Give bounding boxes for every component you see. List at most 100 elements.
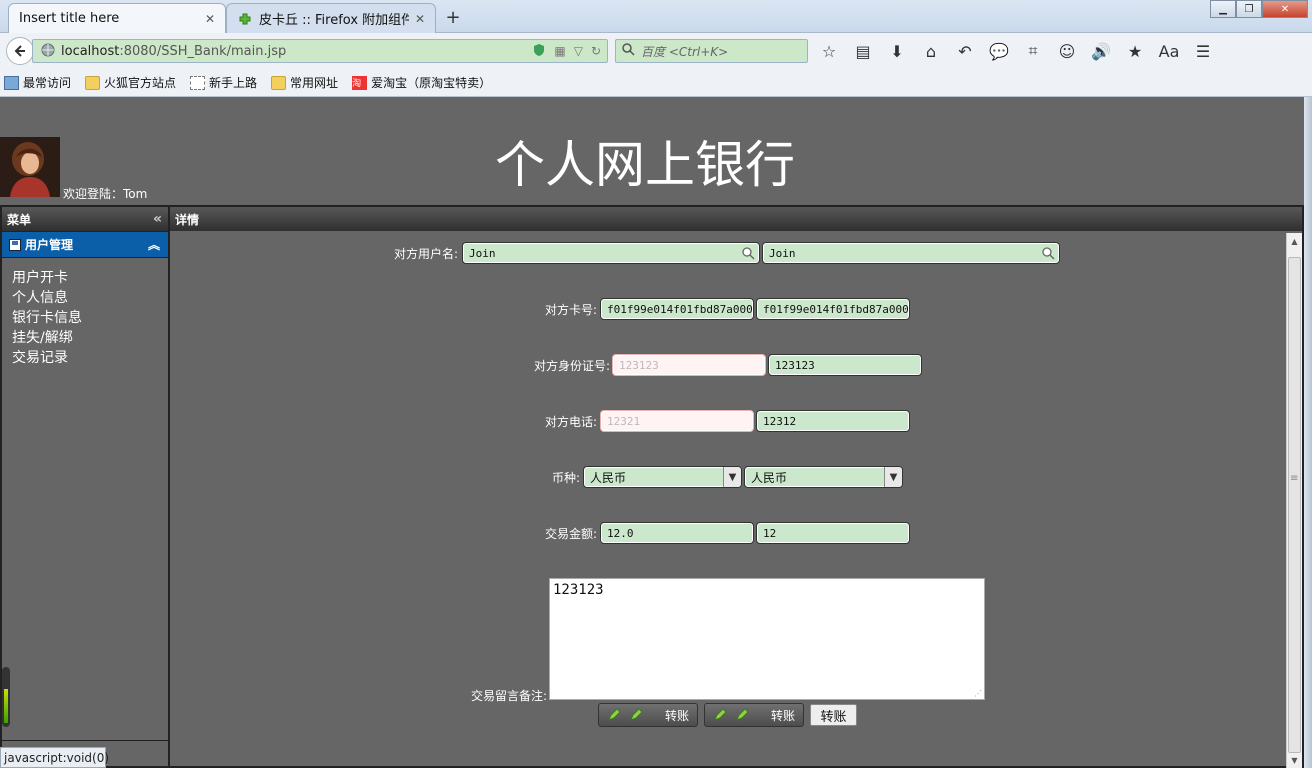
card-value: f01f99e014f01fbd87a0001 xyxy=(763,302,910,316)
chevron-down-icon[interactable]: ▼ xyxy=(723,467,741,487)
back-arrow-icon xyxy=(14,45,25,57)
close-tab-icon[interactable]: ✕ xyxy=(415,12,425,26)
amount-value: 12.0 xyxy=(607,526,634,540)
detail-header: 详情 xyxy=(170,207,1302,231)
currency-select-1[interactable]: 人民币 ▼ xyxy=(583,466,742,488)
chevron-down-icon[interactable]: ▼ xyxy=(884,467,902,487)
resize-grip-icon[interactable]: ⋰ xyxy=(974,689,982,698)
chat-icon[interactable]: 💬 xyxy=(988,41,1010,61)
search-icon[interactable] xyxy=(741,246,755,260)
tab-pikachu-addon[interactable]: 皮卡丘 :: Firefox 附加组件 ✕ xyxy=(226,3,436,33)
scroll-down-icon[interactable]: ▼ xyxy=(1287,752,1302,768)
status-bar: javascript:void(0) xyxy=(0,747,109,768)
pencil-icon xyxy=(605,706,623,724)
search-bar[interactable]: 百度 <Ctrl+K> xyxy=(615,39,808,63)
folder-icon xyxy=(271,75,287,90)
menu-header: 菜单 « xyxy=(2,207,168,231)
bookmark-aitaobao[interactable]: 淘 爱淘宝（原淘宝特卖） xyxy=(352,74,491,91)
new-tab-button[interactable]: + xyxy=(442,6,464,28)
speaker-icon[interactable]: 🔊 xyxy=(1090,41,1112,61)
sidebar-item-transactions[interactable]: 交易记录 xyxy=(12,348,168,368)
tab-insert-title[interactable]: Insert title here ✕ xyxy=(8,3,226,33)
download-icon[interactable]: ⬇ xyxy=(886,41,908,61)
restore-button[interactable]: ❐ xyxy=(1236,0,1262,18)
close-tab-icon[interactable]: ✕ xyxy=(205,12,215,26)
reader-view-icon[interactable]: Aa xyxy=(1158,41,1180,61)
collapse-left-icon[interactable]: « xyxy=(153,211,162,227)
sidebar-item-card-info[interactable]: 银行卡信息 xyxy=(12,308,168,328)
window-close-button[interactable]: ✕ xyxy=(1262,0,1308,18)
idcard-value: 123123 xyxy=(775,358,815,372)
sidebar-item-report-loss[interactable]: 挂失/解绑 xyxy=(12,328,168,348)
floppy-disk-icon xyxy=(9,238,21,251)
bookmark-getting-started[interactable]: 新手上路 xyxy=(190,74,257,91)
shield-icon[interactable] xyxy=(532,43,546,60)
globe-icon xyxy=(41,43,55,60)
phone-input-2[interactable]: 12312 xyxy=(756,410,910,432)
amount-input-1[interactable]: 12.0 xyxy=(600,522,754,544)
addon-star-icon[interactable]: ★ xyxy=(1124,41,1146,61)
card-value: f01f99e014f01fbd87a0001 xyxy=(607,302,754,316)
amount-value: 12 xyxy=(763,526,777,540)
menu-group-user-management[interactable]: 用户管理 ︽ xyxy=(2,231,168,258)
currency-label: 币种: xyxy=(552,471,581,485)
currency-value: 人民币 xyxy=(590,470,627,485)
remark-value: 123123 xyxy=(553,582,604,598)
scroll-up-icon[interactable]: ▲ xyxy=(1287,233,1302,249)
side-gauge xyxy=(2,667,10,727)
idcard-input-1[interactable]: 123123 xyxy=(612,354,766,376)
welcome-text: 欢迎登陆：Tom xyxy=(63,187,148,201)
window-edge xyxy=(1304,97,1312,768)
toolbar-icons: ☆ ▤ ⬇ ⌂ ↶ 💬 ⌗ ☺ 🔊 ★ Aa ☰ xyxy=(818,41,1214,61)
bookmark-most-visited[interactable]: 最常访问 xyxy=(4,74,71,91)
transfer-button-1[interactable]: 转账 xyxy=(598,703,698,727)
scroll-grip-icon: ≡ xyxy=(1290,473,1299,484)
qrcode-icon[interactable]: ▦ xyxy=(554,44,565,58)
amount-input-2[interactable]: 12 xyxy=(756,522,910,544)
phone-label: 对方电话: xyxy=(545,415,598,429)
bookmark-label: 火狐官方站点 xyxy=(104,76,177,90)
currency-select-2[interactable]: 人民币 ▼ xyxy=(744,466,903,488)
bookmark-common-sites[interactable]: 常用网址 xyxy=(271,74,338,91)
sidebar-item-open-account[interactable]: 用户开卡 xyxy=(12,268,168,288)
vertical-scrollbar[interactable]: ▲ ≡ ▼ xyxy=(1286,233,1302,768)
transfer-button-2[interactable]: 转账 xyxy=(704,703,804,727)
menu-hamburger-icon[interactable]: ☰ xyxy=(1192,41,1214,61)
undo-icon[interactable]: ↶ xyxy=(954,41,976,61)
reading-list-icon[interactable]: ▤ xyxy=(852,41,874,61)
remark-textarea[interactable]: 123123 ⋰ xyxy=(549,578,985,700)
tab-title: Insert title here xyxy=(19,11,120,26)
idcard-input-2[interactable]: 123123 xyxy=(768,354,922,376)
dropdown-arrow-icon[interactable]: ▽ xyxy=(574,44,583,58)
search-icon[interactable] xyxy=(1041,246,1055,260)
sidebar-item-personal-info[interactable]: 个人信息 xyxy=(12,288,168,308)
gauge-fill xyxy=(4,689,8,723)
transfer-label: 转账 xyxy=(664,708,689,723)
folder-icon xyxy=(85,75,101,90)
card-input-2[interactable]: f01f99e014f01fbd87a0001 xyxy=(756,298,910,320)
menu-title: 菜单 xyxy=(7,212,32,227)
phone-input-1[interactable]: 12321 xyxy=(600,410,754,432)
detail-title: 详情 xyxy=(175,212,200,227)
url-text: localhost:8080/SSH_Bank/main.jsp xyxy=(61,44,286,59)
card-input-1[interactable]: f01f99e014f01fbd87a0001 xyxy=(600,298,754,320)
reload-icon[interactable]: ↻ xyxy=(591,44,601,58)
page-header: 个人网上银行 欢迎登陆：Tom xyxy=(0,97,1304,201)
bookmark-star-icon[interactable]: ☆ xyxy=(818,41,840,61)
menu-group-label: 用户管理 xyxy=(25,238,74,252)
bookmark-firefox-official[interactable]: 火狐官方站点 xyxy=(85,74,176,91)
chevron-up-icon[interactable]: ︽ xyxy=(148,236,160,253)
back-button[interactable] xyxy=(6,37,34,65)
crop-icon[interactable]: ⌗ xyxy=(1022,41,1044,61)
url-bar[interactable]: localhost:8080/SSH_Bank/main.jsp ▦ ▽ ↻ xyxy=(32,39,608,63)
emoji-icon[interactable]: ☺ xyxy=(1056,41,1078,61)
menu-list: 用户开卡 个人信息 银行卡信息 挂失/解绑 交易记录 xyxy=(2,258,168,368)
page-icon xyxy=(190,75,206,90)
minimize-button[interactable]: ▁ xyxy=(1210,0,1236,18)
username-input-1[interactable]: Join xyxy=(462,242,760,264)
bookmark-label: 新手上路 xyxy=(209,76,258,90)
username-input-2[interactable]: Join xyxy=(762,242,1060,264)
home-icon[interactable]: ⌂ xyxy=(920,41,942,61)
transfer-button-plain[interactable]: 转账 xyxy=(810,704,857,726)
scrollbar-thumb[interactable] xyxy=(1288,257,1301,753)
